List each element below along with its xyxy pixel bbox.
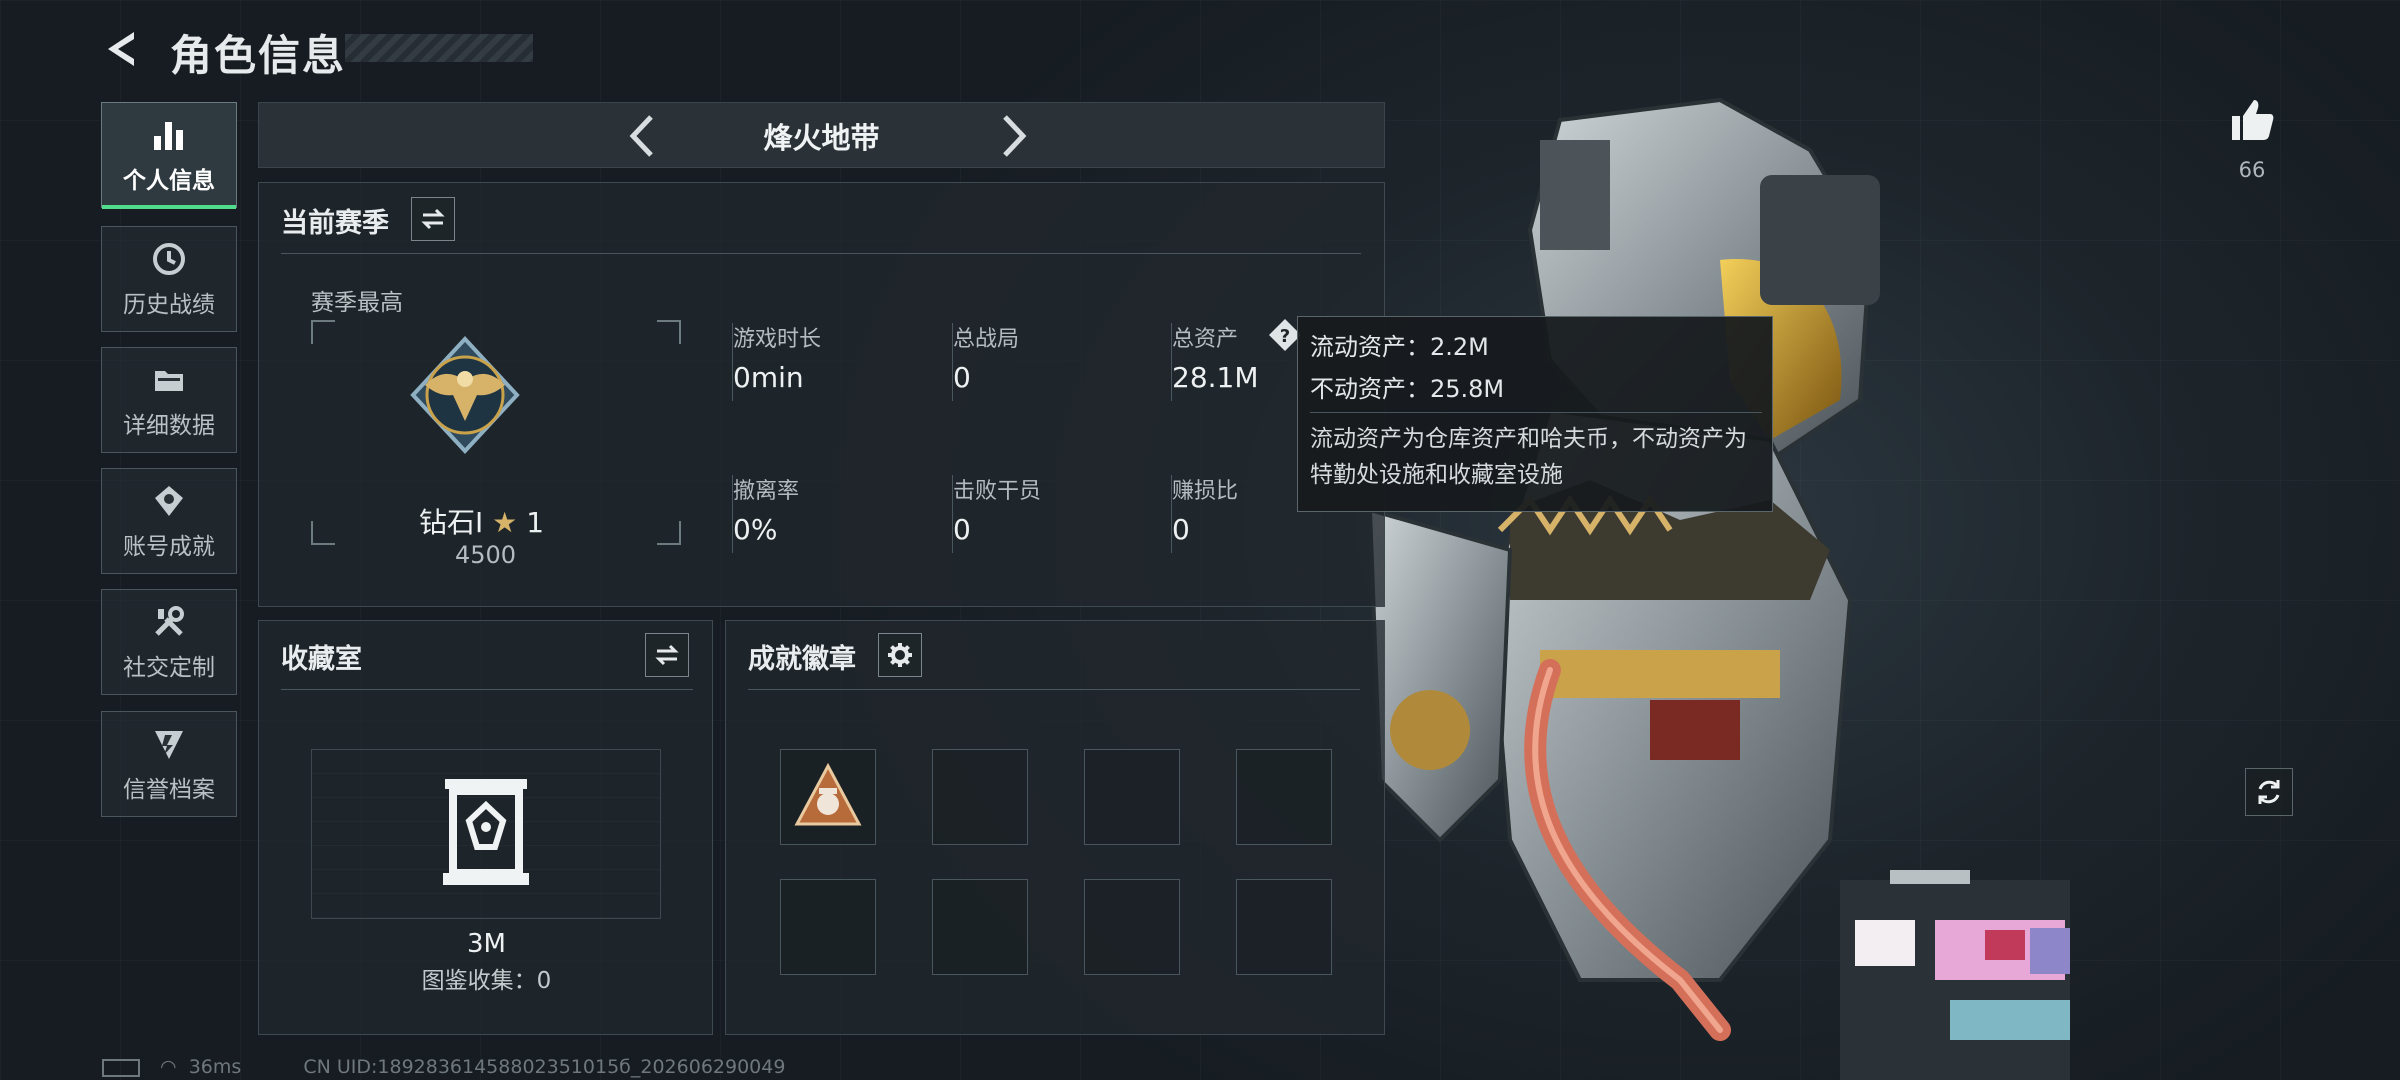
rank-emblem-icon (410, 336, 520, 454)
page-title: 角色信息 (170, 31, 347, 80)
stat-value: 0 (1172, 513, 1190, 546)
sidebar-item-detailed-data[interactable]: 详细数据 (101, 347, 237, 453)
stat-label: 赚损比 (1172, 479, 1239, 504)
mode-selector: 烽火地带 (258, 102, 1385, 168)
back-arrow-icon (108, 32, 134, 66)
badge-slot[interactable] (1084, 749, 1180, 845)
tooltip-description: 流动资产为仓库资产和哈夫币，不动资产为特勤处设施和收藏室设施 (1310, 426, 1747, 488)
sidebar-item-personal-info[interactable]: 个人信息 (101, 102, 237, 209)
credit-shield-icon (149, 724, 189, 764)
stat-value: 0min (733, 361, 804, 394)
collection-value: 3M (467, 929, 506, 959)
rotate-model-button[interactable] (2245, 768, 2293, 816)
display-case-icon (443, 779, 529, 885)
sidebar-item-label: 历史战绩 (123, 292, 215, 318)
mode-title: 烽火地带 (763, 121, 880, 155)
sidebar-item-label: 社交定制 (123, 655, 215, 681)
tooltip-fixed-assets: 不动资产：25.8M (1310, 375, 1505, 403)
rank-name-row: 钻石Ⅰ ★ 1 (419, 501, 544, 541)
bar-chart-icon (149, 115, 189, 155)
divider (748, 689, 1360, 690)
collection-panel: 收藏室 3M 图鉴收集：0 (258, 620, 713, 1035)
badge-slot[interactable] (932, 879, 1028, 975)
next-mode-button[interactable] (989, 111, 1037, 161)
stat-label: 游戏时长 (733, 327, 822, 352)
title-decoration (345, 34, 533, 62)
sidebar-item-social-custom[interactable]: 社交定制 (101, 589, 237, 695)
status-bar: ◠ 36ms CN UID:18928361458802351015б_2026… (102, 1056, 785, 1078)
stat-label: 总战局 (953, 327, 1020, 352)
stat-value: 0 (953, 513, 971, 546)
rank-score: 4500 (455, 541, 517, 569)
stat-value: 28.1M (1172, 361, 1259, 394)
badges-title: 成就徽章 (748, 644, 856, 675)
wifi-icon: ◠ (160, 1056, 177, 1078)
badge-slot[interactable] (1084, 879, 1180, 975)
divider (281, 253, 1361, 254)
season-best-label: 赛季最高 (311, 290, 403, 316)
sidebar-item-label: 个人信息 (123, 168, 215, 194)
thumbs-up-icon[interactable] (2228, 96, 2276, 144)
badge-slot[interactable] (1236, 879, 1332, 975)
frame-corner (311, 320, 335, 344)
achievement-icon (149, 481, 189, 521)
asset-tooltip: 流动资产：2.2M 不动资产：25.8M 流动资产为仓库资产和哈夫币，不动资产为… (1297, 316, 1773, 512)
collection-switch-button[interactable] (645, 633, 689, 677)
collection-title: 收藏室 (281, 644, 362, 675)
badges-panel: 成就徽章 (725, 620, 1385, 1035)
user-uid: CN UID:18928361458802351015б_20260629004… (303, 1056, 786, 1078)
sidebar-item-label: 详细数据 (123, 413, 215, 439)
stat-value: 0 (953, 361, 971, 394)
badge-slot[interactable] (780, 749, 876, 845)
ping-value: 36ms (188, 1056, 242, 1078)
frame-corner (657, 521, 681, 545)
sidebar-item-history[interactable]: 历史战绩 (101, 226, 237, 332)
like-count: 66 (2238, 158, 2266, 182)
swap-icon (655, 644, 679, 666)
tools-icon (149, 602, 189, 642)
triangle-badge-icon (794, 762, 862, 826)
divider (281, 689, 693, 690)
season-panel: 当前赛季 赛季最高 钻石Ⅰ ★ 1 4500 游戏时长 0min 总战局 0 总… (258, 182, 1385, 607)
sidebar-item-credit-record[interactable]: 信誉档案 (101, 711, 237, 817)
season-switch-button[interactable] (411, 197, 455, 241)
badge-slot[interactable] (932, 749, 1028, 845)
swap-icon (421, 208, 445, 230)
divider (1310, 412, 1762, 413)
stat-label: 撤离率 (733, 479, 800, 504)
badge-settings-button[interactable] (878, 633, 922, 677)
rank-stars: 1 (526, 506, 545, 539)
badge-slot[interactable] (780, 879, 876, 975)
frame-corner (311, 521, 335, 545)
battery-icon (102, 1058, 140, 1077)
stat-label: 总资产 (1172, 327, 1239, 352)
folder-icon (149, 360, 189, 400)
chevron-right-icon (1003, 115, 1027, 157)
sidebar-item-label: 信誉档案 (123, 777, 215, 803)
sidebar-item-label: 账号成就 (123, 534, 215, 560)
star-icon: ★ (492, 506, 518, 539)
sidebar-item-achievements[interactable]: 账号成就 (101, 468, 237, 574)
gear-icon (888, 643, 912, 667)
refresh-icon (2258, 780, 2280, 804)
frame-corner (657, 320, 681, 344)
badge-slot[interactable] (1236, 749, 1332, 845)
stat-value: 0% (733, 513, 778, 546)
season-title: 当前赛季 (281, 208, 389, 239)
stat-label: 击败干员 (953, 479, 1042, 504)
svg-text:?: ? (1280, 326, 1290, 347)
history-clock-icon (149, 239, 189, 279)
back-button[interactable] (100, 26, 146, 72)
rank-name: 钻石Ⅰ (419, 506, 484, 539)
catalog-count: 图鉴收集：0 (421, 968, 552, 994)
tooltip-liquid-assets: 流动资产：2.2M (1310, 333, 1489, 361)
